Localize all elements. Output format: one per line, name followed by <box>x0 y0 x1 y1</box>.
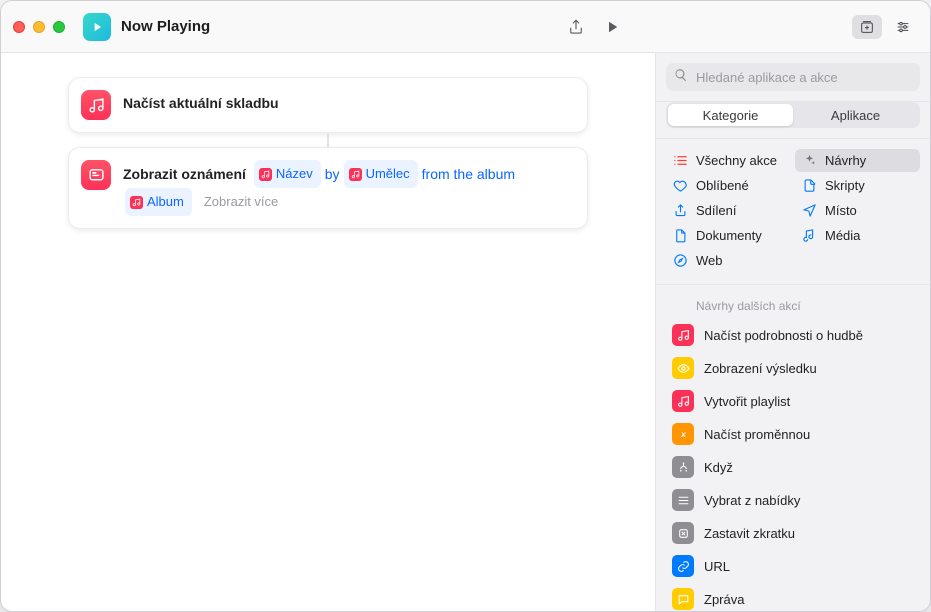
category-item[interactable]: Dokumenty <box>666 224 791 247</box>
var-icon: x <box>672 423 694 445</box>
link-icon <box>672 555 694 577</box>
music-icon <box>349 168 362 181</box>
variable-token[interactable]: Název <box>254 160 321 188</box>
music-icon <box>130 196 143 209</box>
action-connector <box>327 133 329 147</box>
suggestion-label: Zobrazení výsledku <box>704 361 817 376</box>
suggestion-label: Zpráva <box>704 592 744 607</box>
close-window-button[interactable] <box>13 21 25 33</box>
suggestion-item[interactable]: x Načíst proměnnou <box>666 418 920 450</box>
category-label: Oblíbené <box>696 178 749 193</box>
heart-icon <box>672 178 688 193</box>
suggestion-item[interactable]: Vybrat z nabídky <box>666 484 920 516</box>
library-segmented-control[interactable]: KategorieAplikace <box>666 102 920 128</box>
shortcuts-window: Now Playing Načíst aktuální skladbu Zobra… <box>0 0 931 612</box>
action-static-text: from the album <box>422 161 515 187</box>
settings-toggle-button[interactable] <box>888 15 918 39</box>
suggestion-label: Když <box>704 460 733 475</box>
category-label: Web <box>696 253 723 268</box>
suggestion-item[interactable]: Zobrazení výsledku <box>666 352 920 384</box>
suggestion-label: Vytvořit playlist <box>704 394 790 409</box>
editor-canvas[interactable]: Načíst aktuální skladbu Zobrazit oznámení… <box>1 53 655 611</box>
notification-icon <box>81 160 111 190</box>
suggestion-item[interactable]: Když <box>666 451 920 483</box>
category-item[interactable]: Skripty <box>795 174 920 197</box>
doc-icon <box>672 228 688 243</box>
music-icon <box>259 168 272 181</box>
token-label: Umělec <box>366 161 410 187</box>
segment-kategorie[interactable]: Kategorie <box>668 104 793 126</box>
titlebar: Now Playing <box>1 1 930 53</box>
category-item[interactable]: Všechny akce <box>666 149 791 172</box>
branch-icon <box>672 456 694 478</box>
music-icon <box>672 390 694 412</box>
zoom-window-button[interactable] <box>53 21 65 33</box>
menu-icon <box>672 489 694 511</box>
suggestion-label: Načíst proměnnou <box>704 427 810 442</box>
category-label: Skripty <box>825 178 865 193</box>
share-button[interactable] <box>558 13 594 41</box>
category-label: Návrhy <box>825 153 866 168</box>
action-card[interactable]: Načíst aktuální skladbu <box>68 77 588 133</box>
window-controls <box>13 21 65 33</box>
suggestion-item[interactable]: URL <box>666 550 920 582</box>
music-icon <box>672 324 694 346</box>
category-item[interactable]: Sdílení <box>666 199 791 222</box>
suggestions-header: Návrhy dalších akcí <box>666 293 920 319</box>
music-icon <box>81 90 111 120</box>
category-item[interactable]: Místo <box>795 199 920 222</box>
suggestion-label: Zastavit zkratku <box>704 526 795 541</box>
svg-text:x: x <box>680 429 687 439</box>
variable-token[interactable]: Umělec <box>344 160 418 188</box>
category-item[interactable]: Oblíbené <box>666 174 791 197</box>
token-label: Album <box>147 189 184 215</box>
action-static-text: by <box>325 161 340 187</box>
library-sidebar: KategorieAplikace Všechny akce Návrhy Oblí… <box>655 53 930 611</box>
action-title: Zobrazit oznámení <box>123 161 246 187</box>
search-field[interactable] <box>666 63 920 91</box>
suggestion-label: URL <box>704 559 730 574</box>
segment-aplikace[interactable]: Aplikace <box>793 104 918 126</box>
suggestion-item[interactable]: Vytvořit playlist <box>666 385 920 417</box>
library-toggle-button[interactable] <box>852 15 882 39</box>
script-icon <box>801 178 817 193</box>
action-body: Načíst aktuální skladbu <box>123 90 573 116</box>
category-label: Všechny akce <box>696 153 777 168</box>
variable-token[interactable]: Album <box>125 188 192 216</box>
list-icon <box>672 153 688 168</box>
message-icon <box>672 588 694 610</box>
location-icon <box>801 203 817 218</box>
category-label: Sdílení <box>696 203 736 218</box>
note-icon <box>801 228 817 243</box>
search-input[interactable] <box>694 69 912 86</box>
run-button[interactable] <box>594 13 630 41</box>
suggestion-item[interactable]: Zastavit zkratku <box>666 517 920 549</box>
suggestion-item[interactable]: Zpráva <box>666 583 920 611</box>
suggestion-label: Načíst podrobnosti o hudbě <box>704 328 863 343</box>
category-item[interactable]: Web <box>666 249 791 272</box>
sparkle-icon <box>801 153 817 168</box>
action-title: Načíst aktuální skladbu <box>123 90 279 116</box>
category-item[interactable]: Návrhy <box>795 149 920 172</box>
suggestion-item[interactable]: Načíst podrobnosti o hudbě <box>666 319 920 351</box>
category-label: Místo <box>825 203 857 218</box>
shortcut-icon <box>83 13 111 41</box>
search-icon <box>674 68 688 87</box>
category-label: Dokumenty <box>696 228 762 243</box>
safari-icon <box>672 253 688 268</box>
action-body: Zobrazit oznámení Názevby Umělec from the a… <box>123 160 573 216</box>
stop-icon <box>672 522 694 544</box>
category-item[interactable]: Média <box>795 224 920 247</box>
window-title: Now Playing <box>121 18 210 35</box>
token-label: Název <box>276 161 313 187</box>
minimize-window-button[interactable] <box>33 21 45 33</box>
category-label: Média <box>825 228 860 243</box>
suggestion-label: Vybrat z nabídky <box>704 493 800 508</box>
eye-icon <box>672 357 694 379</box>
share-icon <box>672 203 688 218</box>
show-more-button[interactable]: Zobrazit více <box>204 189 278 215</box>
action-card[interactable]: Zobrazit oznámení Názevby Umělec from the a… <box>68 147 588 229</box>
